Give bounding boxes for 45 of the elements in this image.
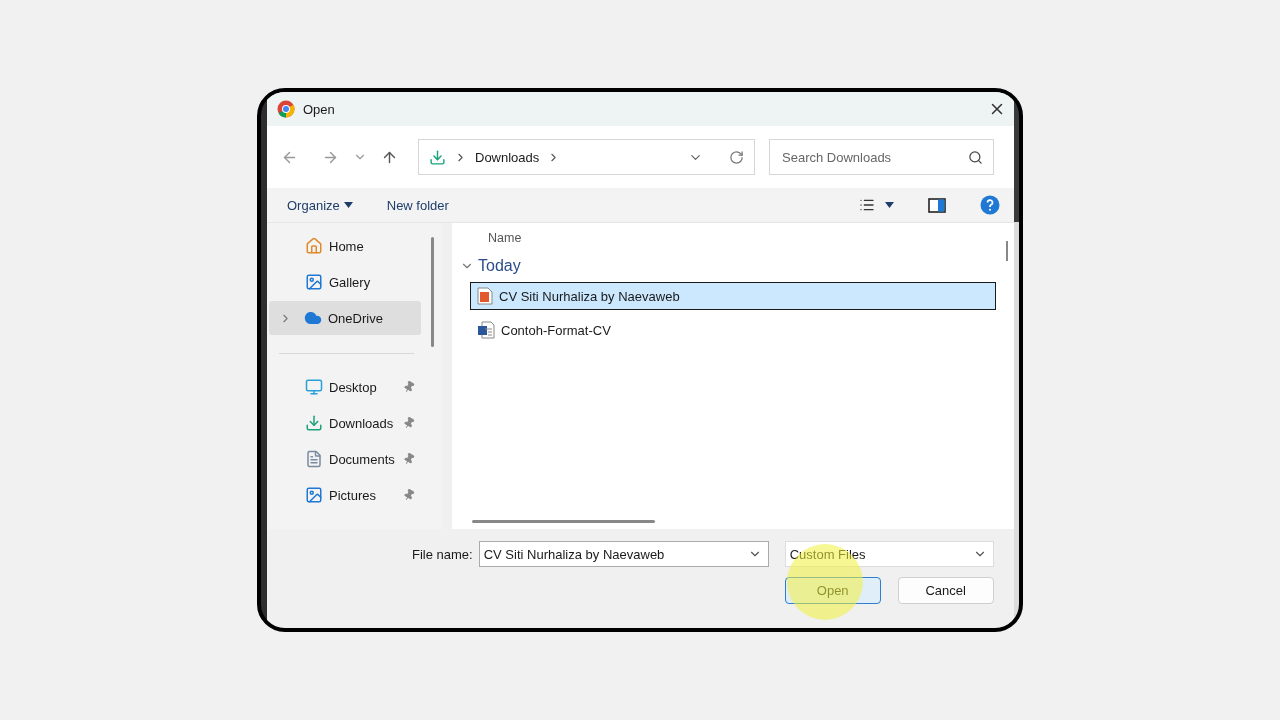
caret-icon <box>343 202 353 208</box>
file-name-label: File name: <box>412 546 473 562</box>
document-icon <box>305 450 323 468</box>
caret-icon <box>884 202 894 208</box>
home-icon <box>305 237 323 255</box>
sidebar-item[interactable]: Desktop <box>269 370 421 404</box>
sidebar-item[interactable]: Gallery <box>269 265 421 299</box>
pictures-icon <box>305 486 323 504</box>
pdf-file-icon <box>477 287 493 305</box>
file-row[interactable]: Contoh-Format-CV <box>470 316 996 344</box>
cancel-button[interactable]: Cancel <box>897 577 994 604</box>
cloud-icon <box>304 309 322 327</box>
sidebar-item[interactable]: OneDrive <box>269 301 421 335</box>
toolbar-button[interactable]: New folder <box>386 197 449 213</box>
sidebar-item[interactable]: Documents <box>269 442 421 476</box>
window-title: Open <box>303 101 336 117</box>
group-header[interactable]: Today <box>478 257 521 275</box>
menu-button[interactable]: Organize <box>287 197 353 213</box>
gallery-icon <box>305 273 323 291</box>
sidebar-item[interactable]: Home <box>269 229 421 263</box>
refresh-icon[interactable] <box>729 149 744 165</box>
desktop-icon <box>305 378 323 396</box>
word-file-icon <box>477 321 495 339</box>
preview-pane-button[interactable] <box>927 197 946 213</box>
download-icon <box>429 148 446 166</box>
column-header[interactable]: Name <box>452 223 1014 253</box>
file-name: CV Siti Nurhaliza by Naevaweb <box>499 288 680 304</box>
download-icon <box>305 414 323 432</box>
browser-logo-icon <box>277 100 295 118</box>
search-field[interactable]: Search Downloads <box>769 139 994 175</box>
view-options-button[interactable] <box>858 197 894 213</box>
scrollbar[interactable] <box>1005 241 1008 261</box>
file-name-field[interactable]: CV Siti Nurhaliza by Naevaweb <box>478 541 769 567</box>
search-input[interactable]: Search Downloads <box>780 148 968 166</box>
file-name: Contoh-Format-CV <box>501 322 611 338</box>
help-button[interactable] <box>979 195 1000 215</box>
address-bar[interactable]: Downloads <box>418 139 755 175</box>
sidebar-item[interactable]: Downloads <box>269 406 421 440</box>
list-view-icon <box>858 197 875 213</box>
search-icon <box>968 149 983 165</box>
file-row[interactable]: CV Siti Nurhaliza by Naevaweb <box>470 282 996 310</box>
address-path[interactable]: Downloads <box>475 149 540 165</box>
scrollbar[interactable] <box>431 237 434 347</box>
scrollbar[interactable] <box>472 520 655 523</box>
sidebar-item[interactable]: Pictures <box>269 478 421 512</box>
